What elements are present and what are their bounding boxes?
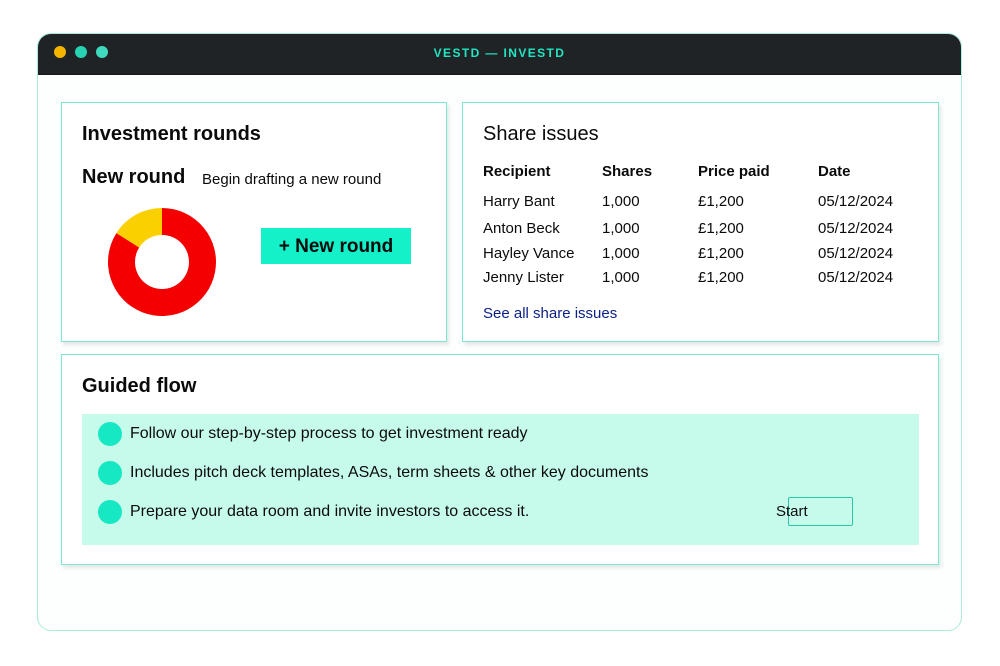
new-round-subtitle: Begin drafting a new round xyxy=(202,171,382,188)
donut-hole xyxy=(135,235,189,289)
round-donut-chart xyxy=(107,208,216,316)
investment-rounds-card: Investment rounds New round Begin drafti… xyxy=(61,102,447,342)
step-bullet-icon xyxy=(98,461,122,485)
guided-flow-card: Guided flow Follow our step-by-step proc… xyxy=(61,354,939,565)
column-header-shares: Shares xyxy=(602,163,653,180)
investment-rounds-title: Investment rounds xyxy=(82,123,261,145)
table-cell-price: £1,200 xyxy=(698,193,744,210)
table-cell-shares: 1,000 xyxy=(602,245,640,262)
title-bar: VESTD — INVESTD xyxy=(38,34,961,75)
table-cell-recipient: Harry Bant xyxy=(483,193,555,210)
table-cell-date: 05/12/2024 xyxy=(818,269,894,286)
share-issues-card: Share issues Recipient Shares Price paid… xyxy=(462,102,939,342)
guided-flow-panel: Follow our step-by-step process to get i… xyxy=(82,414,919,545)
column-header-date: Date xyxy=(818,163,851,180)
table-cell-shares: 1,000 xyxy=(602,220,640,237)
step-bullet-icon xyxy=(98,422,122,446)
step-bullet-icon xyxy=(98,500,122,524)
step-text: Includes pitch deck templates, ASAs, ter… xyxy=(130,464,649,481)
table-cell-price: £1,200 xyxy=(698,220,744,237)
table-cell-price: £1,200 xyxy=(698,269,744,286)
step-text: Prepare your data room and invite invest… xyxy=(130,503,530,520)
guided-flow-title: Guided flow xyxy=(82,375,197,397)
new-round-button[interactable]: + New round xyxy=(261,228,411,264)
table-cell-shares: 1,000 xyxy=(602,193,640,210)
step-text: Follow our step-by-step process to get i… xyxy=(130,425,528,442)
window-title: VESTD — INVESTD xyxy=(433,46,566,60)
table-cell-date: 05/12/2024 xyxy=(818,220,894,237)
start-button-label[interactable]: Start xyxy=(776,503,808,520)
table-cell-price: £1,200 xyxy=(698,245,744,262)
column-header-price-paid: Price paid xyxy=(698,163,770,180)
table-cell-recipient: Anton Beck xyxy=(483,220,560,237)
table-cell-recipient: Jenny Lister xyxy=(483,269,564,286)
column-header-recipient: Recipient xyxy=(483,163,551,180)
new-round-label: New round xyxy=(82,166,186,188)
share-issues-title: Share issues xyxy=(483,123,599,145)
table-cell-date: 05/12/2024 xyxy=(818,245,894,262)
table-cell-shares: 1,000 xyxy=(602,269,640,286)
table-cell-recipient: Hayley Vance xyxy=(483,245,575,262)
see-all-share-issues-link[interactable]: See all share issues xyxy=(483,305,617,322)
app-window: VESTD — INVESTD Investment rounds New ro… xyxy=(37,33,962,631)
table-cell-date: 05/12/2024 xyxy=(818,193,894,210)
